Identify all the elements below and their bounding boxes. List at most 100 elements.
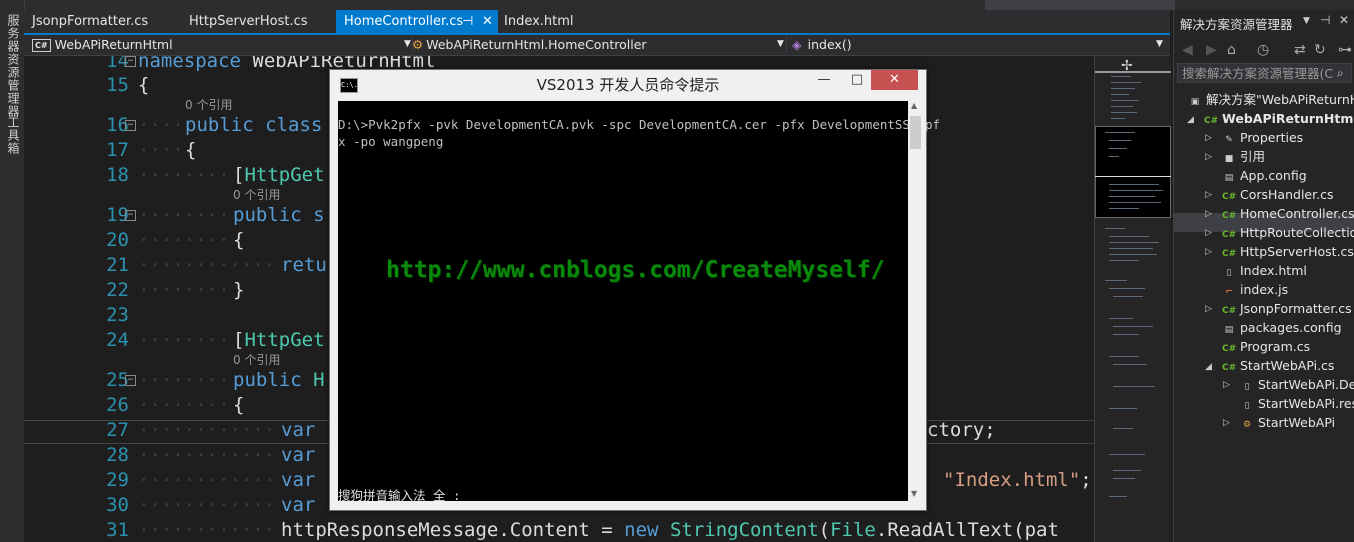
tree-item-packages-config[interactable]: ▤ packages.config [1222, 318, 1342, 337]
collapse-icon[interactable]: − [125, 56, 136, 67]
tree-item-project[interactable]: C# WebAPiReturnHtml [1204, 109, 1354, 128]
code-line-31: httpResponseMessage.Content = new String… [281, 519, 1059, 541]
tree-item-httproutecollection[interactable]: C# HttpRouteCollectio [1222, 223, 1354, 242]
code-line-30: var [281, 494, 315, 516]
tree-item-index-html[interactable]: ▯ Index.html [1222, 261, 1307, 280]
tree-item-program[interactable]: C# Program.cs [1222, 337, 1310, 356]
minimap-line [1111, 94, 1129, 95]
tree-item-startwebapi[interactable]: C# StartWebAPi.cs [1222, 356, 1334, 375]
project-dropdown[interactable]: C# WebAPiReturnHtml ▼ [32, 35, 411, 54]
collapsed-arrow-icon[interactable]: ▷ [1205, 304, 1212, 314]
tree-item-solution[interactable]: ▣ 解决方案"WebAPiReturnHtml [1188, 90, 1354, 109]
tab-homecontroller[interactable]: HomeController.cs ⊣ ✕ [336, 10, 498, 33]
collapsed-arrow-icon[interactable]: ▷ [1205, 152, 1212, 162]
collapse-icon[interactable]: − [125, 375, 136, 386]
minimap-line [1109, 196, 1155, 197]
reference-count[interactable]: 0 个引用 [233, 351, 280, 368]
tree-item-app-config[interactable]: ▤ App.config [1222, 166, 1307, 185]
indent-guide: ············ [138, 254, 276, 276]
minimap-line [1113, 478, 1135, 479]
toolbox-tab[interactable]: 工具箱 [5, 116, 22, 155]
tree-item-homecontroller[interactable]: C# HomeController.cs [1222, 204, 1354, 223]
member-dropdown[interactable]: ◈ index() ▼ [792, 35, 1163, 54]
scroll-down-icon[interactable]: ▼ [911, 489, 917, 498]
collapsed-arrow-icon[interactable]: ▷ [1205, 209, 1212, 219]
line-number: 20 [106, 229, 129, 251]
tree-item-references[interactable]: ■ 引用 [1222, 147, 1265, 166]
back-icon[interactable]: ◀ [1182, 42, 1193, 58]
chevron-down-icon: ▼ [1156, 39, 1163, 49]
attribute-name: HttpGet [244, 164, 325, 186]
collapse-icon[interactable]: − [125, 120, 136, 131]
minimize-button[interactable]: — [811, 70, 837, 90]
collapsed-arrow-icon[interactable]: ▷ [1223, 418, 1230, 428]
tree-item-label: JsonpFormatter.cs [1240, 301, 1352, 316]
refresh-icon[interactable]: ↻ [1314, 42, 1326, 58]
sync-icon[interactable]: ⇄ [1294, 42, 1306, 58]
tree-item-startwebapi-resx[interactable]: ▯ StartWebAPi.res [1240, 394, 1354, 413]
tab-httpserverhost[interactable]: HttpServerHost.cs [181, 10, 335, 33]
method-icon: ◈ [792, 37, 802, 52]
tree-item-label: StartWebAPi [1258, 415, 1336, 430]
tree-item-index-js[interactable]: ⌐ index.js [1222, 280, 1288, 299]
minimap-line [1113, 386, 1155, 387]
collapsed-arrow-icon[interactable]: ▷ [1205, 133, 1212, 143]
class-dropdown[interactable]: ⚙ WebAPiReturnHtml.HomeController ▼ [412, 35, 784, 54]
close-icon[interactable]: ✕ [1339, 13, 1349, 27]
maximize-button[interactable]: □ [844, 70, 870, 90]
minimap-line [1109, 254, 1157, 255]
title-search-box[interactable] [985, 0, 1175, 10]
scroll-map[interactable]: ✢ [1094, 56, 1171, 542]
code-line-28: var [281, 444, 315, 466]
pin-icon[interactable]: ⊣ [1320, 13, 1330, 27]
line-number: 28 [106, 444, 129, 466]
command-prompt-window[interactable]: C:\. VS2013 开发人员命令提示 — □ ✕ D:\>Pvk2pfx -… [329, 69, 940, 511]
collapsed-arrow-icon[interactable]: ▷ [1223, 380, 1230, 390]
line-number: 19 [106, 204, 129, 226]
code-line-27-tail: ctory; [927, 419, 996, 441]
keyword: var [281, 419, 316, 441]
tree-item-startwebapi-class[interactable]: ⚙ StartWebAPi [1240, 413, 1335, 432]
scroll-map-viewport[interactable] [1095, 126, 1171, 218]
collapsed-arrow-icon[interactable]: ▷ [1205, 190, 1212, 200]
reference-count[interactable]: 0 个引用 [185, 96, 232, 113]
collapsed-arrow-icon[interactable]: ▷ [1205, 228, 1212, 238]
minimap-line [1109, 356, 1139, 357]
indent-guide: ············ [138, 494, 276, 516]
home-icon[interactable]: ⌂ [1227, 42, 1236, 58]
code-line-26: { [233, 394, 245, 416]
chevron-down-icon[interactable]: ▼ [1303, 16, 1310, 26]
tree-item-corshandler[interactable]: C# CorsHandler.cs [1222, 185, 1333, 204]
keyword: public [233, 369, 302, 391]
console-scrollbar[interactable]: ▲ ▼ [908, 101, 923, 501]
close-icon[interactable]: ✕ [482, 10, 493, 33]
solution-search-input[interactable]: 搜索解决方案资源管理器(C [1177, 63, 1352, 83]
expanded-arrow-icon[interactable]: ◢ [1205, 362, 1212, 372]
search-icon[interactable]: ⌕ [1337, 66, 1344, 81]
tree-item-startwebapi-designer[interactable]: ▯ StartWebAPi.De [1240, 375, 1354, 394]
tree-item-properties[interactable]: ✎ Properties [1222, 128, 1303, 147]
scroll-up-icon[interactable]: ▲ [911, 101, 917, 110]
minimap-line [1109, 288, 1145, 289]
server-explorer-tab[interactable]: 服务器资源管理器 [5, 14, 22, 118]
collapsed-arrow-icon[interactable]: ▷ [1205, 247, 1212, 257]
minimap-line [1113, 326, 1153, 327]
tree-item-label: 解决方案"WebAPiReturnHtml [1206, 92, 1354, 107]
pin-icon[interactable]: ⊣ [462, 10, 473, 33]
tab-index-html[interactable]: Index.html [496, 10, 606, 33]
tree-item-jsonpformatter[interactable]: C# JsonpFormatter.cs [1222, 299, 1352, 318]
console-output[interactable]: D:\>Pvk2pfx -pvk DevelopmentCA.pvk -spc … [338, 101, 940, 503]
expanded-arrow-icon[interactable]: ◢ [1187, 115, 1194, 125]
properties-icon[interactable]: ⊶ [1338, 42, 1352, 58]
tree-item-httpserverhost[interactable]: C# HttpServerHost.cs [1222, 242, 1354, 261]
code-line-24: [HttpGet [233, 329, 325, 351]
collapse-icon[interactable]: − [125, 210, 136, 221]
reference-count[interactable]: 0 个引用 [233, 186, 280, 203]
scroll-thumb[interactable] [910, 116, 921, 149]
keyword: public s [233, 204, 325, 226]
tab-jsonpformatter[interactable]: JsonpFormatter.cs [24, 10, 174, 33]
history-icon[interactable]: ◷ [1257, 42, 1269, 58]
close-button[interactable]: ✕ [871, 70, 918, 90]
forward-icon[interactable]: ▶ [1206, 42, 1217, 58]
tree-item-label: HomeController.cs [1240, 206, 1354, 221]
